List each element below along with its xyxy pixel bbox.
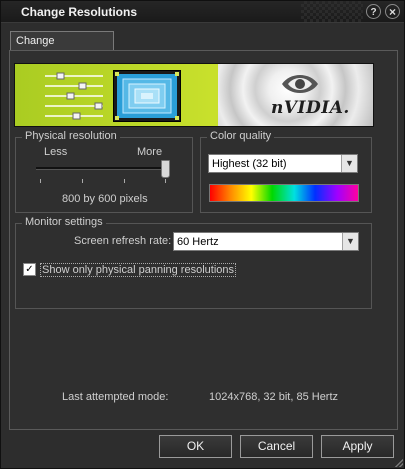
panning-checkbox-label[interactable]: Show only physical panning resolutions bbox=[40, 263, 237, 277]
more-label: More bbox=[137, 146, 163, 158]
panning-checkbox[interactable]: ✓ bbox=[23, 263, 36, 276]
slider-tick bbox=[40, 179, 41, 183]
monitor-settings-label: Monitor settings bbox=[22, 216, 106, 228]
apply-button[interactable]: Apply bbox=[321, 435, 394, 458]
less-label: Less bbox=[44, 146, 68, 158]
resolution-slider[interactable] bbox=[34, 159, 174, 187]
slider-tick bbox=[124, 179, 125, 183]
slider-tick bbox=[165, 179, 166, 183]
last-attempted-value: 1024x768, 32 bit, 85 Hertz bbox=[209, 391, 339, 403]
resolution-value-text: 800 by 600 pixels bbox=[62, 193, 148, 205]
color-quality-dropdown[interactable]: Highest (32 bit) ▼ bbox=[208, 154, 358, 173]
nvidia-logo-area: nVIDIA. bbox=[218, 64, 373, 126]
nvidia-eye-icon bbox=[282, 75, 318, 93]
cancel-button[interactable]: Cancel bbox=[240, 435, 313, 458]
physical-resolution-label: Physical resolution bbox=[22, 130, 120, 142]
color-quality-value: Highest (32 bit) bbox=[212, 158, 287, 170]
title-bar[interactable]: Change Resolutions ? × bbox=[1, 1, 404, 23]
chevron-down-icon[interactable]: ▼ bbox=[342, 233, 358, 250]
resize-grip[interactable] bbox=[395, 459, 403, 467]
titlebar-pattern bbox=[301, 1, 363, 22]
sliders-icon bbox=[45, 72, 103, 120]
nvidia-banner: nVIDIA. bbox=[14, 63, 374, 127]
nvidia-wordmark: nVIDIA. bbox=[271, 98, 350, 118]
refresh-rate-dropdown[interactable]: 60 Hertz ▼ bbox=[173, 232, 359, 251]
help-icon[interactable]: ? bbox=[366, 4, 381, 19]
tab-change-resolutions[interactable]: Change Resolutions bbox=[10, 31, 114, 65]
refresh-rate-label: Screen refresh rate: bbox=[74, 235, 172, 247]
display-screen-icon bbox=[113, 70, 181, 122]
ok-button[interactable]: OK bbox=[159, 435, 232, 458]
last-attempted-label: Last attempted mode: bbox=[62, 391, 169, 403]
slider-tick bbox=[82, 179, 83, 183]
color-quality-label: Color quality bbox=[207, 130, 275, 142]
slider-track bbox=[36, 167, 170, 170]
refresh-rate-value: 60 Hertz bbox=[177, 236, 219, 248]
slider-thumb[interactable] bbox=[161, 160, 170, 178]
close-icon[interactable]: × bbox=[385, 4, 400, 19]
change-resolutions-dialog: Change Resolutions ? × Change Resolution… bbox=[0, 0, 405, 469]
window-title: Change Resolutions bbox=[21, 5, 138, 19]
color-spectrum-bar bbox=[209, 184, 359, 202]
chevron-down-icon[interactable]: ▼ bbox=[341, 155, 357, 172]
